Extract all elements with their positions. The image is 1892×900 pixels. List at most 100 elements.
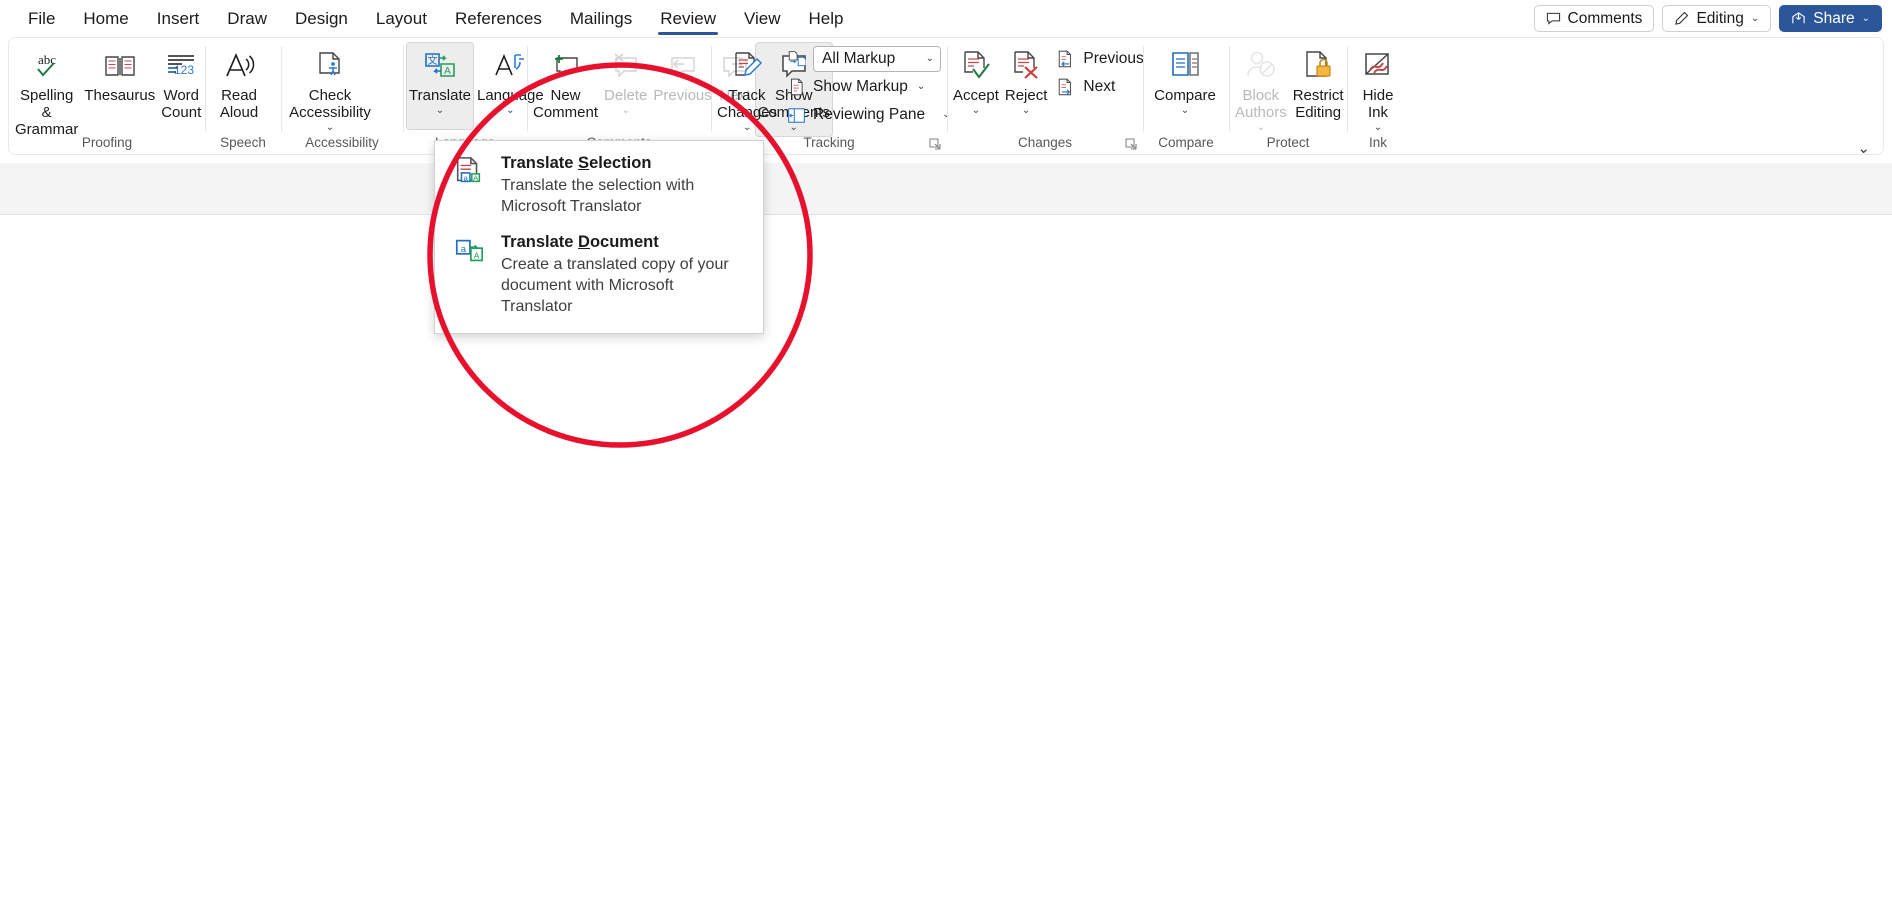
menu-item-translate-document[interactable]: a A Translate Document Create a translated … xyxy=(435,226,763,326)
ribbon-group-tracking: Track Changes ⌄ All Markup ⌄ Show Markup ⌄ Rev… xyxy=(711,38,950,154)
chevron-down-icon[interactable]: ⌄ xyxy=(326,122,334,133)
menu-item-translate-selection[interactable]: a A Translate Selection Translate the selec… xyxy=(435,147,763,226)
chevron-down-icon[interactable]: ⌄ xyxy=(1257,122,1265,133)
ribbon-button-reject[interactable]: Reject ⌄ xyxy=(1002,42,1051,130)
dialog-launcher-icon[interactable] xyxy=(1125,138,1139,152)
ribbon-button-block-authors: Block Authors ⌄ xyxy=(1232,42,1290,137)
ribbon-button-compare[interactable]: Compare ⌄ xyxy=(1146,42,1224,130)
ribbon-group-label: Speech xyxy=(220,135,266,150)
ribbon-button-read-aloud[interactable]: Read Aloud xyxy=(208,42,270,130)
chevron-down-icon[interactable]: ⌄ xyxy=(743,122,751,133)
chevron-down-icon[interactable]: ⌄ xyxy=(917,82,925,92)
hide-ink-icon xyxy=(1361,48,1395,84)
ribbon-tab-home[interactable]: Home xyxy=(69,0,142,37)
collapse-ribbon-button[interactable]: ⌄ xyxy=(1857,139,1870,157)
ribbon-groups: abc Spelling & Grammar Thesaurus 123 Word Co… xyxy=(8,37,1884,155)
chevron-down-icon[interactable]: ⌄ xyxy=(1374,122,1382,133)
reject-change-icon xyxy=(1009,48,1043,84)
pencil-icon xyxy=(1675,11,1689,25)
ribbon-group-body: Track Changes ⌄ All Markup ⌄ Show Markup ⌄ Rev… xyxy=(714,42,950,137)
ribbon-button-accept[interactable]: Accept ⌄ xyxy=(950,42,1002,130)
ribbon-tab-draw[interactable]: Draw xyxy=(213,0,281,37)
share-button-label: Share xyxy=(1813,9,1855,27)
document-canvas[interactable] xyxy=(0,215,1892,900)
ribbon-small-button-label: Show Markup xyxy=(813,78,908,95)
accept-change-icon xyxy=(959,48,993,84)
restrict-editing-icon xyxy=(1301,48,1335,84)
ribbon-button-word-count[interactable]: 123 Word Count xyxy=(158,42,204,130)
ribbon-group-protect: Block Authors ⌄ Restrict Editing Protect xyxy=(1229,38,1347,154)
ribbon-small-button-label: Previous xyxy=(1083,50,1144,67)
ribbon-small-button-reviewing-pane[interactable]: Reviewing Pane ⌄ xyxy=(780,102,957,128)
share-button[interactable]: Share ⌄ xyxy=(1779,5,1882,32)
ribbon-button-hide-ink[interactable]: Hide Ink ⌄ xyxy=(1350,42,1406,137)
chevron-down-icon[interactable]: ⌄ xyxy=(1022,105,1030,116)
ribbon-tab-view[interactable]: View xyxy=(730,0,795,37)
ribbon-tab-mailings[interactable]: Mailings xyxy=(556,0,646,37)
ribbon-button-thesaurus[interactable]: Thesaurus xyxy=(81,42,158,130)
comments-button[interactable]: Comments xyxy=(1533,5,1655,32)
ribbon-group-body: abc Spelling & Grammar Thesaurus 123 Word Co… xyxy=(12,42,204,138)
ribbon-tab-references[interactable]: References xyxy=(441,0,556,37)
show-markup-icon xyxy=(787,78,806,97)
ribbon-button-label: Thesaurus xyxy=(84,87,156,104)
ribbon-group-body: Read Aloud xyxy=(208,42,278,134)
chevron-down-icon[interactable]: ⌄ xyxy=(506,105,514,116)
ribbon-small-button-column: All Markup ⌄ Show Markup ⌄ Reviewing Pane ⌄ xyxy=(780,42,957,128)
ribbon-button-restrict-editing[interactable]: Restrict Editing xyxy=(1290,42,1347,130)
dialog-launcher-icon[interactable] xyxy=(929,138,943,152)
spelling-grammar-icon: abc xyxy=(30,48,64,84)
track-changes-icon xyxy=(730,48,764,84)
svg-text:A: A xyxy=(474,251,480,261)
ribbon-small-button-label: Reviewing Pane xyxy=(813,106,926,123)
ruler-band xyxy=(0,163,1892,215)
ribbon-tab-review[interactable]: Review xyxy=(646,0,730,37)
ribbon-tab-layout[interactable]: Layout xyxy=(362,0,441,37)
menu-item-title-suffix: election xyxy=(589,154,652,172)
markup-view-dropdown[interactable]: All Markup ⌄ xyxy=(813,46,942,72)
previous-change-icon xyxy=(1057,50,1076,69)
editing-mode-button[interactable]: Editing ⌄ xyxy=(1662,5,1772,32)
ribbon-small-button-label: Next xyxy=(1083,78,1116,95)
chevron-down-icon[interactable]: ⌄ xyxy=(972,105,980,116)
ribbon-button-translate[interactable]: 文 A Translate ⌄ xyxy=(406,42,474,130)
ribbon-button-spelling-grammar[interactable]: abc Spelling & Grammar xyxy=(12,42,81,142)
svg-text:A: A xyxy=(444,66,451,77)
ribbon-button-label: Compare xyxy=(1154,87,1216,104)
check-accessibility-icon xyxy=(313,48,347,84)
ribbon-small-button-show-markup[interactable]: Show Markup ⌄ xyxy=(780,74,957,100)
menu-item-title-suffix: ocument xyxy=(589,233,659,251)
translate-document-icon: aA xyxy=(453,233,487,317)
chevron-down-icon[interactable]: ⌄ xyxy=(436,105,444,116)
ribbon-group-body: Compare ⌄ xyxy=(1146,42,1226,134)
ribbon-tab-file[interactable]: File xyxy=(14,0,69,37)
ribbon-tab-design[interactable]: Design xyxy=(281,0,362,37)
chevron-down-icon[interactable]: ⌄ xyxy=(1181,105,1189,116)
ribbon-button-track-changes[interactable]: Track Changes ⌄ xyxy=(714,42,780,137)
menu-item-access-key: D xyxy=(578,233,590,251)
menu-item-title-prefix: Translate xyxy=(501,154,579,172)
svg-text:A: A xyxy=(473,173,478,182)
ribbon-button-check-accessibility[interactable]: Check Accessibility ⌄ xyxy=(284,42,376,137)
ribbon-group-label: Compare xyxy=(1158,135,1214,150)
ribbon-small-button-previous[interactable]: Previous xyxy=(1050,46,1150,72)
ribbon-group-label: Changes xyxy=(1017,135,1073,150)
ribbon-small-button-next[interactable]: Next xyxy=(1050,74,1150,100)
ribbon-button-new-comment[interactable]: New Comment xyxy=(530,42,601,130)
chevron-down-icon[interactable]: ⌄ xyxy=(622,105,630,116)
comment-bubble-icon xyxy=(1546,12,1560,25)
titlebar-actions: Comments Editing ⌄ Share ⌄ xyxy=(1533,5,1882,32)
ribbon-tab-insert[interactable]: Insert xyxy=(143,0,214,37)
language-icon xyxy=(493,48,527,84)
ribbon-group-label: Protect xyxy=(1266,135,1310,150)
ribbon-button-label: Check Accessibility xyxy=(289,87,371,121)
ribbon-group-label: Ink xyxy=(1368,135,1387,150)
ribbon-tab-help[interactable]: Help xyxy=(795,0,858,37)
menu-item-description: Translate the selection with Microsoft T… xyxy=(501,177,695,215)
chevron-down-icon: ⌄ xyxy=(925,53,935,64)
ribbon-tab-strip: File Home Insert Draw Design Layout References… xyxy=(0,0,1892,37)
chevron-down-icon: ⌄ xyxy=(1750,12,1760,24)
svg-text:123: 123 xyxy=(174,63,194,77)
ribbon-group-body: New CommentDelete⌄PreviousNextShow Comme… xyxy=(530,42,833,137)
ribbon-button-label: Restrict Editing xyxy=(1292,87,1344,121)
